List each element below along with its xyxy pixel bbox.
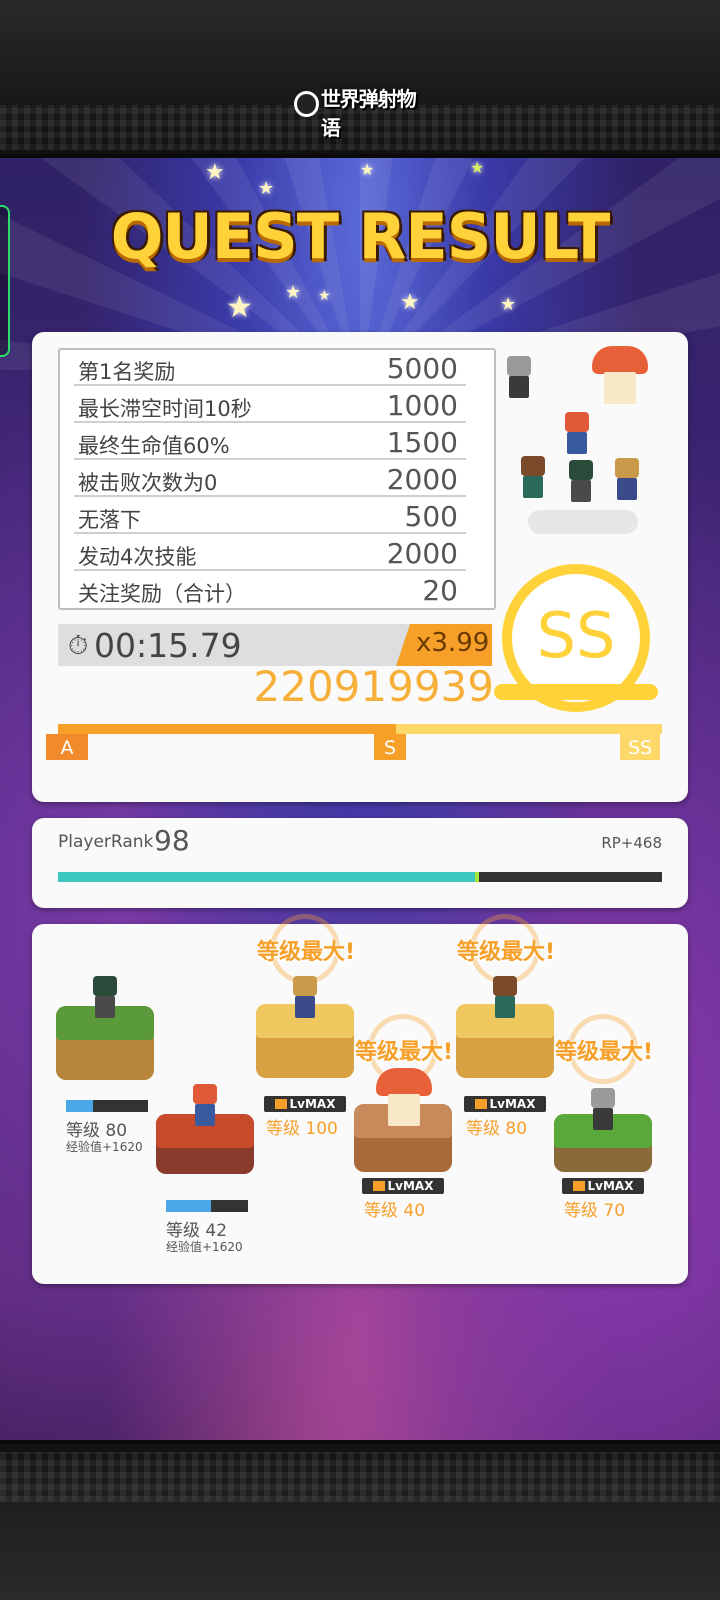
max-level-badge: 等级最大! xyxy=(354,1040,454,1065)
logo-text: 世界弹射物语 xyxy=(320,87,417,140)
player-rank-label: PlayerRank xyxy=(58,832,154,852)
stopwatch-icon: ⏱ xyxy=(68,631,89,661)
lvmax-tag: LvMAX xyxy=(362,1178,444,1194)
character-sprite xyxy=(516,456,550,502)
bonus-row: 第1名奖励 5000 xyxy=(74,350,466,386)
unit-level: 等级 80 xyxy=(466,1119,528,1139)
unit-exp: 经验值+1620 xyxy=(66,1140,143,1154)
star-icon: ★ xyxy=(470,158,485,177)
star-icon: ★ xyxy=(205,160,225,185)
xp-bar-fill xyxy=(66,1100,93,1112)
checker-pattern xyxy=(0,1452,720,1502)
bonus-label: 最终生命值60% xyxy=(78,434,230,458)
bonus-row: 被击败次数为0 2000 xyxy=(74,461,466,497)
quest-result-title: QUEST RESULT xyxy=(110,200,611,273)
bonus-value: 2000 xyxy=(386,463,458,496)
bonus-label: 最长滞空时间10秒 xyxy=(78,397,252,421)
star-icon: ★ xyxy=(500,294,517,315)
bonus-label: 关注奖励（合计） xyxy=(78,582,246,606)
max-level-badge: 等级最大! xyxy=(554,1040,654,1065)
star-icon: ★ xyxy=(226,290,253,325)
character-sprite xyxy=(88,976,122,1022)
star-icon: ★ xyxy=(318,288,331,304)
character-sprite xyxy=(502,356,536,402)
max-level-badge: 等级最大! xyxy=(256,940,356,965)
units-panel: 等级 80 经验值+1620 等级 42 经验值+1620 等级最大! LvMA… xyxy=(32,914,688,1284)
lvmax-tag: LvMAX xyxy=(464,1096,546,1112)
character-sprite xyxy=(488,976,522,1022)
character-sprite xyxy=(560,412,594,458)
character-sprite xyxy=(188,1084,222,1130)
bonus-row: 发动4次技能 2000 xyxy=(74,535,466,571)
character-sprite xyxy=(288,976,322,1022)
player-rank-panel: PlayerRank 98 RP+468 xyxy=(32,818,688,908)
bonus-label: 无落下 xyxy=(78,508,141,532)
player-rank-value: 98 xyxy=(154,824,190,857)
character-sprite xyxy=(564,460,598,506)
lvmax-tag: LvMAX xyxy=(264,1096,346,1112)
bonus-row: 无落下 500 xyxy=(74,498,466,534)
star-icon: ★ xyxy=(285,282,302,303)
score-multiplier: x3.99 xyxy=(396,624,492,666)
rank-marker-a: A xyxy=(46,734,88,760)
mushroom-sprite xyxy=(376,1068,432,1128)
pinball-icon xyxy=(294,91,319,117)
player-rank-tip xyxy=(475,872,479,882)
character-sprite xyxy=(586,1088,620,1134)
bonus-label: 被击败次数为0 xyxy=(78,471,218,495)
total-score: 220919939 xyxy=(253,662,495,711)
result-panel: 第1名奖励 5000 最长滞空时间10秒 1000 最终生命值60% 1500 … xyxy=(32,332,688,802)
game-logo: 世界弹射物语 xyxy=(292,82,428,142)
player-rank-fill xyxy=(58,872,475,882)
bonus-label: 第1名奖励 xyxy=(78,360,176,384)
rank-progress-fill xyxy=(58,724,396,734)
bottom-bar xyxy=(0,1440,720,1600)
rank-marker-s: S xyxy=(374,734,406,760)
unit-exp: 经验值+1620 xyxy=(166,1240,243,1254)
rank-marker-ss: SS xyxy=(620,734,660,760)
bonus-value: 5000 xyxy=(386,352,458,385)
cloud-decoration xyxy=(528,510,638,534)
clear-time: 00:15.79 xyxy=(94,626,242,665)
bonus-value: 500 xyxy=(404,500,458,533)
rank-badge-base xyxy=(494,684,658,700)
character-sprite xyxy=(610,458,644,504)
unit-level: 等级 40 xyxy=(364,1201,426,1221)
bonus-table: 第1名奖励 5000 最长滞空时间10秒 1000 最终生命值60% 1500 … xyxy=(58,348,496,610)
bonus-value: 1500 xyxy=(386,426,458,459)
top-bar: 世界弹射物语 xyxy=(0,0,720,158)
star-icon: ★ xyxy=(360,160,375,179)
party-sprites xyxy=(498,342,668,542)
bonus-row: 最长滞空时间10秒 1000 xyxy=(74,387,466,423)
xp-bar-fill xyxy=(166,1200,211,1212)
bonus-label: 发动4次技能 xyxy=(78,545,197,569)
bonus-row: 关注奖励（合计） 20 xyxy=(74,572,466,608)
max-level-badge: 等级最大! xyxy=(456,940,556,965)
star-icon: ★ xyxy=(258,178,275,199)
unit-level: 等级 100 xyxy=(266,1119,338,1139)
bonus-row: 最终生命值60% 1500 xyxy=(74,424,466,460)
bonus-value: 1000 xyxy=(386,389,458,422)
star-icon: ★ xyxy=(400,290,420,315)
rp-gain: RP+468 xyxy=(601,834,662,852)
bonus-value: 2000 xyxy=(386,537,458,570)
mushroom-sprite xyxy=(592,346,648,406)
unit-level: 等级 70 xyxy=(564,1201,626,1221)
lvmax-tag: LvMAX xyxy=(562,1178,644,1194)
bonus-value: 20 xyxy=(422,574,458,607)
